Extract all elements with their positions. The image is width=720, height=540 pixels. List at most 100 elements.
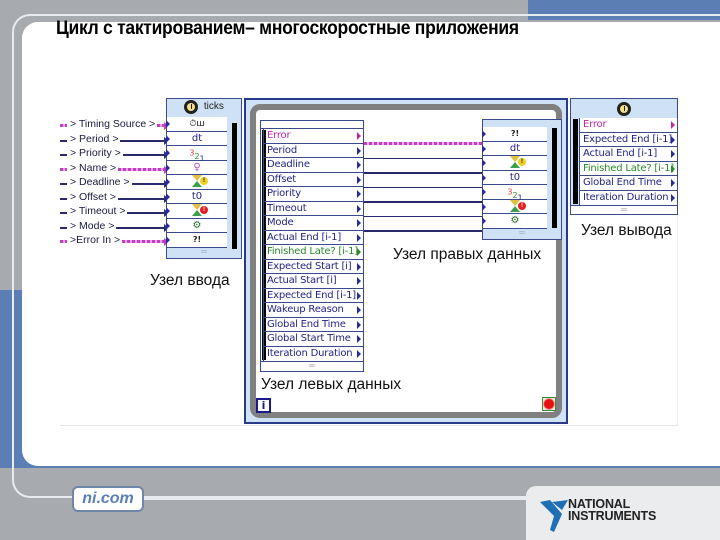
node-terminal[interactable]: dt [482,141,547,156]
terminal-label: Iteration Duration [583,191,669,203]
output-arrow-icon [671,179,675,187]
iteration-terminal-icon[interactable]: i [256,398,271,413]
node-terminal[interactable]: ⏱ш [166,117,227,132]
data-wire [364,186,482,188]
ni-com-link[interactable]: ni.com [72,486,144,512]
input-arrow-icon [166,178,170,186]
input-terminal-label: > Name > [70,161,117,174]
output-arrow-icon [671,193,675,202]
node-terminal[interactable]: ! [166,175,227,190]
left-data-node-resize-handle[interactable]: ═ [260,362,364,372]
node-terminal[interactable]: t0 [166,189,227,204]
input-arrow-icon [166,236,170,244]
output-arrow-icon [357,219,361,227]
node-terminal[interactable]: ?! [166,233,227,248]
right-data-node[interactable]: ?! dt! t0 321! ⚙ ═ [482,119,562,240]
node-terminal[interactable]: ! [166,204,227,219]
wire-stub [60,124,67,127]
output-terminal[interactable]: Expected End [i-1] [579,132,677,147]
clock-icon [617,101,631,116]
node-terminal[interactable]: 321 [166,146,227,163]
terminal-label: Finished Late? [i-1] [267,246,358,257]
left-data-terminal[interactable]: Priority [263,187,363,202]
node-terminal[interactable]: ! [482,156,547,171]
wire-stub [60,139,67,142]
node-terminal[interactable]: ♀ [166,160,227,175]
terminal-label: Actual End [i-1] [267,231,342,243]
ni-logo-text: NATIONAL INSTRUMENTS [568,498,657,523]
output-node[interactable]: Error Expected End [i-1] Actual End [i-1] F… [570,98,678,215]
input-node[interactable]: ticks ⏱ш dt 321 ♀! t0! ⚙?! ═ [166,98,242,259]
left-data-terminal[interactable]: Finished Late? [i-1] [263,245,363,260]
left-data-terminal[interactable]: Global End Time [263,317,363,332]
right-data-node-resize-handle[interactable]: ═ [483,228,561,239]
terminal-label: Priority [267,188,301,199]
node-terminal[interactable]: ⚙ [166,218,227,233]
input-terminal-label: > Timing Source > [70,118,156,130]
left-data-terminal[interactable]: Mode [263,216,363,231]
left-data-terminal[interactable]: Timeout [263,201,363,216]
stop-condition-icon[interactable] [542,397,556,411]
input-node-resize-handle[interactable]: ═ [167,247,241,258]
output-arrow-icon [357,161,361,169]
t0-label: t0 [191,190,203,202]
output-terminal[interactable]: Actual End [i-1] [579,147,677,162]
terminal-label: Expected Start [i] [267,260,352,272]
terminal-label: Global End Time [583,177,662,188]
left-data-terminal[interactable]: Wakeup Reason [263,303,363,318]
input-terminal-row: >Error In > [60,234,172,249]
input-terminal-row: > Priority > [60,147,172,162]
left-data-node-header [260,120,364,128]
input-wire [118,197,166,200]
terminal-label: Actual End [i-1] [583,148,658,159]
logo-line-instruments: INSTRUMENTS [568,509,657,523]
input-arrow-icon [482,173,486,182]
left-data-terminal[interactable]: Period [263,143,363,158]
output-terminal[interactable]: Error [579,118,677,133]
output-node-scrollbar[interactable] [573,119,578,204]
left-data-terminal[interactable]: Global Start Time [263,332,363,347]
output-node-resize-handle[interactable]: ═ [570,205,678,215]
node-terminal[interactable]: ! [482,199,547,214]
input-wire [118,167,166,171]
left-data-terminal[interactable]: Iteration Duration [263,346,363,361]
output-arrow-icon [357,291,361,300]
left-data-terminal[interactable]: Error [263,129,363,144]
input-terminal-label: >Error In > [70,234,121,246]
input-node-scrollbar[interactable] [232,123,237,249]
left-data-node-caption: Узел левых данных [261,376,402,393]
terminal-label: Offset [267,173,296,185]
terminal-label: Finished Late? [i-1] [583,162,674,174]
left-data-terminal[interactable]: Offset [263,172,363,187]
output-arrow-icon [357,190,361,198]
error-in-icon: ?! [192,235,202,244]
input-terminal-row: > Deadline > [60,176,172,191]
node-terminal[interactable]: dt [166,131,227,146]
left-data-terminal[interactable]: Expected End [i-1] [263,288,363,303]
left-data-terminal[interactable]: Actual Start [i] [263,274,363,289]
node-terminal[interactable]: ?! [482,127,547,142]
left-data-terminal[interactable]: Deadline [263,158,363,173]
input-wire [127,212,166,214]
slide-title: Цикл с тактированием– многоскоростные пр… [56,18,519,39]
data-wire [364,230,482,232]
output-terminal[interactable]: Global End Time [579,176,677,191]
terminal-label: Actual Start [i] [267,275,337,286]
input-terminal-labels: > Timing Source > > Period > > Priority > >… [60,118,172,249]
left-data-terminal[interactable]: Actual End [i-1] [263,230,363,245]
node-terminal[interactable]: t0 [482,170,547,185]
node-terminal[interactable]: 321 [482,185,547,202]
output-terminal[interactable]: Finished Late? [i-1] [579,161,677,176]
output-arrow-icon [671,164,675,173]
input-wire [122,240,166,243]
mode-icon: ⚙ [510,215,520,226]
input-arrow-icon [482,202,486,211]
left-data-node[interactable]: Error Period Deadline Offset Priority Timeout… [260,120,364,372]
output-terminal[interactable]: Iteration Duration [579,190,677,205]
warning-badge-icon: ! [200,177,208,186]
left-data-terminal[interactable]: Expected Start [i] [263,259,363,274]
node-terminal[interactable]: ⚙ [482,214,547,229]
input-terminal-row: > Period > [60,133,172,148]
terminal-label: Error [267,130,291,141]
right-data-node-scrollbar[interactable] [552,128,557,228]
